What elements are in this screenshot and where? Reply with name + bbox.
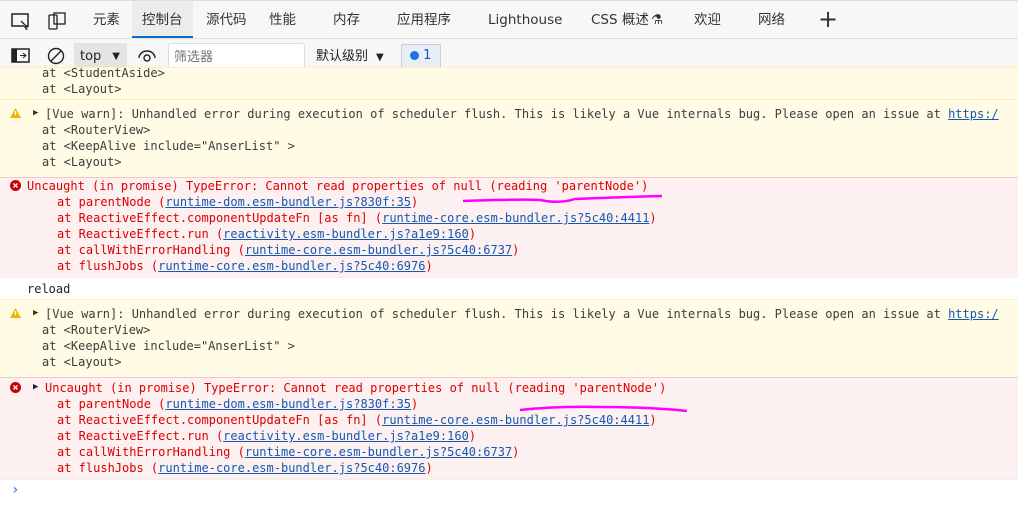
tab-lighthouse[interactable]: Lighthouse (488, 1, 562, 38)
source-link[interactable]: runtime-core.esm-bundler.js?5c40:6737 (245, 243, 512, 257)
devtools-tab-bar: 元素 控制台 源代码 性能 内存 应用程序 Lighthouse CSS 概述 … (0, 0, 1018, 38)
source-link[interactable]: runtime-core.esm-bundler.js?5c40:6976 (158, 461, 425, 475)
warning-icon (10, 308, 21, 318)
tab-welcome[interactable]: 欢迎 (694, 1, 721, 38)
frame-text: ) (649, 211, 657, 225)
console-prompt[interactable]: › (0, 479, 1018, 514)
frame-text: ) (411, 195, 419, 209)
frame-text: ) (649, 413, 657, 427)
source-link[interactable]: runtime-dom.esm-bundler.js?830f:35 (165, 397, 411, 411)
stack-frame: at callWithErrorHandling (runtime-core.e… (57, 242, 519, 258)
tab-console[interactable]: 控制台 (132, 1, 193, 38)
log-level-dropdown[interactable]: 默认级别 ▼ (316, 43, 384, 70)
sidebar-toggle-icon[interactable] (11, 48, 31, 64)
frame-text: at callWithErrorHandling ( (57, 445, 245, 459)
stack-frame: at ReactiveEffect.run (reactivity.esm-bu… (57, 226, 476, 242)
frame-text: ) (512, 445, 520, 459)
stack-frame: at ReactiveEffect.run (reactivity.esm-bu… (57, 428, 476, 444)
frame-text: ) (411, 397, 419, 411)
frame-text: ) (468, 429, 477, 443)
flask-icon: ⚗ (651, 12, 664, 28)
stack-line: at <KeepAlive include="AnserList" > (42, 339, 295, 353)
warning-text: [Vue warn]: Unhandled error during execu… (45, 107, 949, 121)
context-selector[interactable]: top ▼ (74, 43, 127, 70)
console-error-message[interactable]: ▶ Uncaught (in promise) TypeError: Canno… (0, 377, 1018, 479)
error-icon (10, 180, 21, 191)
stack-line: at <Layout> (42, 155, 122, 169)
warning-text: [Vue warn]: Unhandled error during execu… (45, 307, 949, 321)
tab-css-overview[interactable]: CSS 概述 (591, 1, 649, 38)
source-link[interactable]: runtime-core.esm-bundler.js?5c40:4411 (382, 413, 649, 427)
source-link[interactable]: runtime-core.esm-bundler.js?5c40:6976 (158, 259, 425, 273)
issues-counter-button[interactable]: 1 (401, 44, 441, 68)
stack-frame: at parentNode (runtime-dom.esm-bundler.j… (57, 396, 418, 412)
log-text: reload (27, 282, 71, 296)
stack-frame: at callWithErrorHandling (runtime-core.e… (57, 444, 519, 460)
frame-text: at ReactiveEffect.componentUpdateFn [as … (57, 211, 383, 225)
error-text: Uncaught (in promise) TypeError: Cannot … (45, 381, 667, 395)
add-tab-icon[interactable]: + (818, 1, 838, 38)
tab-elements[interactable]: 元素 (93, 1, 120, 38)
stack-frame: at parentNode (runtime-dom.esm-bundler.j… (57, 194, 418, 210)
source-link[interactable]: runtime-core.esm-bundler.js?5c40:4411 (382, 211, 649, 225)
stack-frame: at ReactiveEffect.componentUpdateFn [as … (57, 210, 657, 226)
clear-console-icon[interactable] (47, 47, 65, 65)
live-expression-eye-icon[interactable] (137, 48, 157, 64)
source-link[interactable]: reactivity.esm-bundler.js?a1e9:160 (223, 429, 469, 443)
error-text: Uncaught (in promise) TypeError: Cannot … (27, 179, 649, 193)
stack-line: at <KeepAlive include="AnserList" > (42, 139, 295, 153)
inspect-element-icon[interactable] (11, 12, 31, 30)
chevron-down-icon: ▼ (376, 52, 384, 63)
expand-triangle-icon[interactable]: ▶ (33, 305, 38, 321)
warning-icon (10, 108, 21, 118)
frame-text: at ReactiveEffect.componentUpdateFn [as … (57, 413, 383, 427)
frame-text: at parentNode ( (57, 195, 166, 209)
issue-link[interactable]: https:/ (948, 107, 999, 121)
source-link[interactable]: reactivity.esm-bundler.js?a1e9:160 (223, 227, 469, 241)
stack-frame: at flushJobs (runtime-core.esm-bundler.j… (57, 258, 433, 274)
frame-text: at callWithErrorHandling ( (57, 243, 245, 257)
chevron-down-icon: ▼ (112, 51, 120, 62)
frame-text: ) (425, 461, 433, 475)
frame-text: ) (468, 227, 477, 241)
console-warning-continuation: at <StudentAside> at <Layout> (0, 67, 1018, 99)
stack-frame: at flushJobs (runtime-core.esm-bundler.j… (57, 460, 433, 476)
issues-count: 1 (423, 48, 432, 63)
tab-performance[interactable]: 性能 (269, 1, 296, 38)
stack-line: at <StudentAside> (42, 67, 165, 80)
frame-text: at ReactiveEffect.run ( (57, 227, 224, 241)
issue-link[interactable]: https:/ (948, 307, 999, 321)
prompt-chevron-icon: › (11, 482, 20, 498)
frame-text: at ReactiveEffect.run ( (57, 429, 224, 443)
stack-line: at <Layout> (42, 82, 122, 96)
tab-sources[interactable]: 源代码 (206, 1, 247, 38)
stack-line: at <RouterView> (42, 323, 151, 337)
console-warning-message[interactable]: ▶ [Vue warn]: Unhandled error during exe… (0, 99, 1018, 177)
frame-text: at flushJobs ( (57, 259, 159, 273)
stack-line: at <RouterView> (42, 123, 151, 137)
expand-triangle-icon[interactable]: ▶ (33, 379, 38, 395)
console-log-message: reload (0, 277, 1018, 299)
source-link[interactable]: runtime-dom.esm-bundler.js?830f:35 (165, 195, 411, 209)
frame-text: at parentNode ( (57, 397, 166, 411)
console-error-message[interactable]: Uncaught (in promise) TypeError: Cannot … (0, 177, 1018, 277)
tab-memory[interactable]: 内存 (333, 1, 360, 38)
stack-frame: at ReactiveEffect.componentUpdateFn [as … (57, 412, 657, 428)
log-level-value: 默认级别 (316, 49, 369, 64)
frame-text: at flushJobs ( (57, 461, 159, 475)
stack-line: at <Layout> (42, 355, 122, 369)
tab-application[interactable]: 应用程序 (397, 1, 451, 38)
source-link[interactable]: runtime-core.esm-bundler.js?5c40:6737 (245, 445, 512, 459)
console-warning-message[interactable]: ▶ [Vue warn]: Unhandled error during exe… (0, 299, 1018, 377)
issue-message-icon (410, 51, 419, 60)
frame-text: ) (425, 259, 433, 273)
tab-network[interactable]: 网络 (758, 1, 785, 38)
expand-triangle-icon[interactable]: ▶ (33, 105, 38, 121)
error-icon (10, 382, 21, 393)
context-value: top (80, 49, 102, 64)
frame-text: ) (512, 243, 520, 257)
device-toolbar-icon[interactable] (47, 11, 67, 31)
